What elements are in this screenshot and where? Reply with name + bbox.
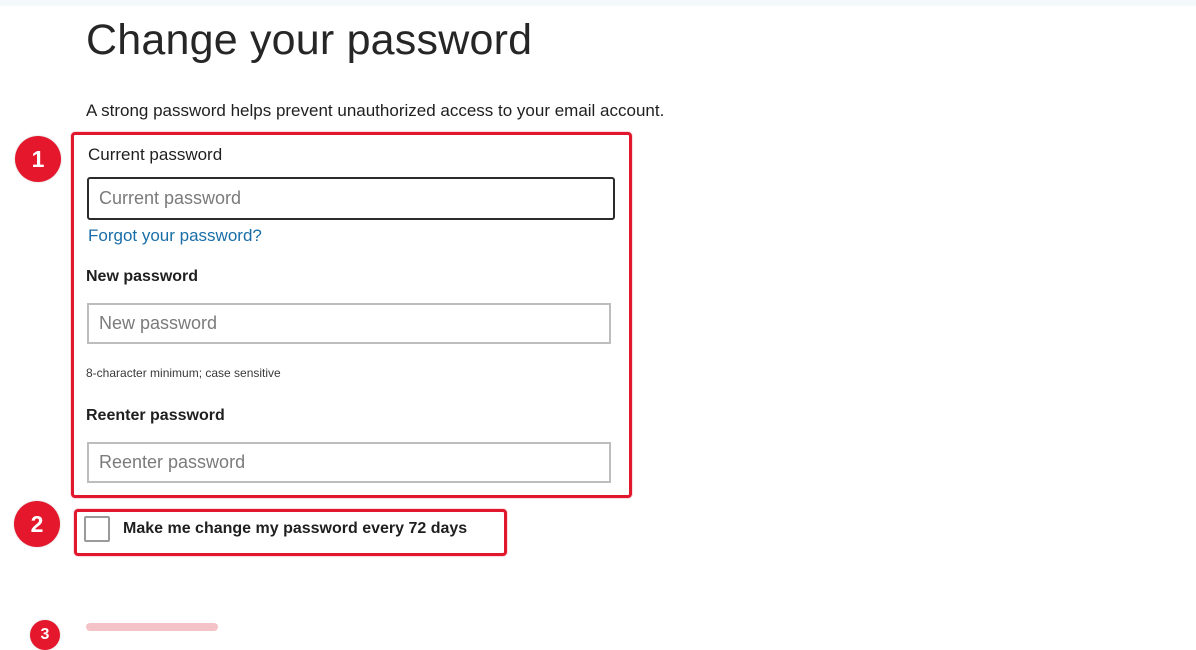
- password-requirements-hint: 8-character minimum; case sensitive: [86, 366, 281, 380]
- current-password-label: Current password: [88, 145, 223, 164]
- new-password-input[interactable]: [87, 303, 611, 344]
- intro-text: A strong password helps prevent unauthor…: [86, 101, 665, 120]
- forgot-password-link[interactable]: Forgot your password?: [88, 225, 262, 247]
- reenter-password-label: Reenter password: [86, 407, 225, 424]
- password-expiry-checkbox[interactable]: [84, 516, 110, 542]
- password-expiry-label[interactable]: Make me change my password every 72 days: [123, 520, 467, 538]
- new-password-label: New password: [86, 268, 199, 285]
- next-button-highlight-partial: [86, 623, 218, 631]
- step-marker-2: 2: [14, 501, 60, 547]
- reenter-password-input[interactable]: [87, 442, 611, 483]
- step-marker-3: 3: [30, 620, 60, 650]
- page-title: Change your password: [86, 16, 533, 64]
- current-password-input[interactable]: [87, 177, 615, 220]
- step-marker-1: 1: [15, 136, 61, 182]
- top-strip: [0, 0, 1196, 6]
